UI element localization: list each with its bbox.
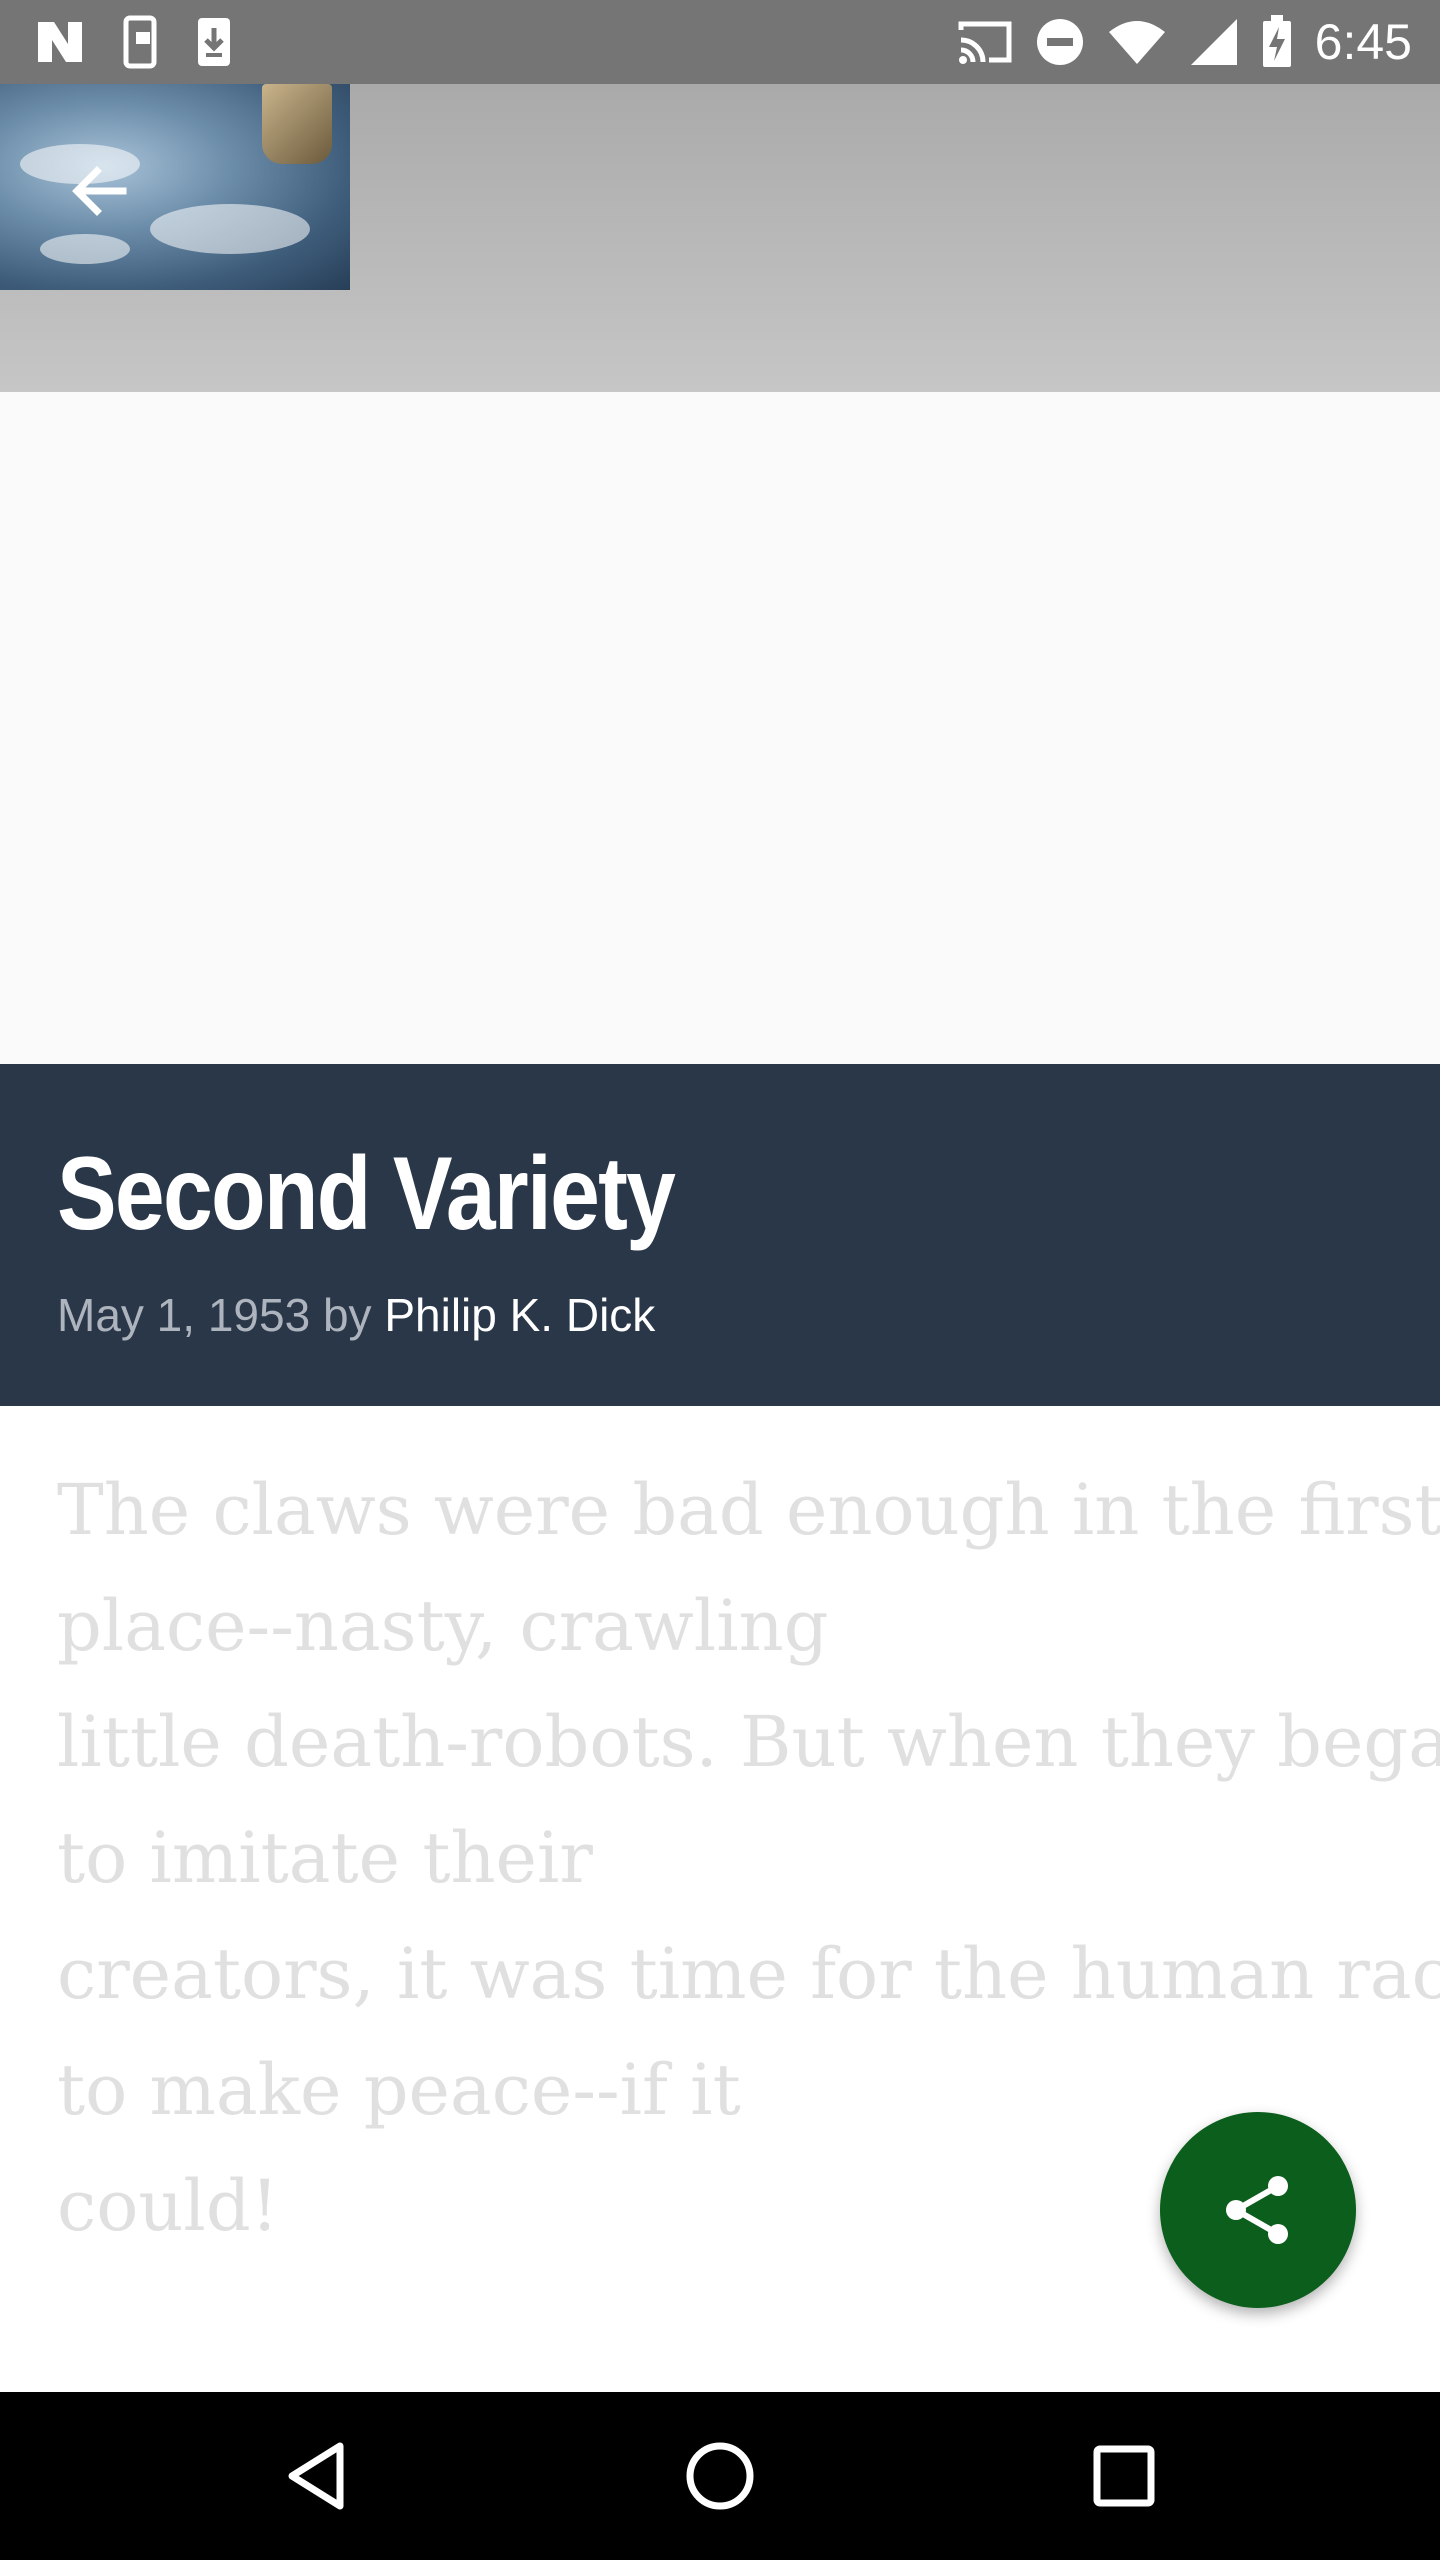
excerpt-line: place--nasty, crawling (57, 1585, 829, 1667)
signal-icon (1190, 19, 1237, 65)
status-bar: 6:45 (0, 0, 1440, 84)
share-button[interactable] (1160, 2112, 1356, 2308)
do-not-disturb-icon (1036, 19, 1083, 65)
system-icons: 6:45 (957, 10, 1412, 74)
nav-back-button[interactable] (276, 2436, 356, 2516)
status-time: 6:45 (1314, 14, 1412, 70)
cast-icon (958, 21, 1012, 64)
notification-icons (34, 14, 234, 70)
hero-image (0, 84, 350, 290)
back-triangle-icon (288, 2442, 344, 2510)
share-icon (1226, 2176, 1288, 2244)
recents-square-icon (1093, 2445, 1155, 2507)
excerpt-line: little death-robots. But when they began (57, 1701, 1440, 1783)
nav-home-button[interactable] (680, 2436, 760, 2516)
byline: May 1, 1953 by Philip K. Dick (57, 1288, 655, 1342)
home-circle-icon (686, 2442, 754, 2510)
story-title: Second Variety (57, 1136, 676, 1252)
nav-recents-button[interactable] (1084, 2436, 1164, 2516)
app-bar (0, 84, 1440, 392)
excerpt-line: to make peace--if it (57, 2049, 741, 2131)
story-excerpt: The claws were bad enough in the first p… (57, 1452, 1440, 2264)
space-station-image (262, 84, 332, 164)
navigation-bar (0, 2392, 1440, 2560)
story-date: May 1, 1953 (57, 1289, 311, 1341)
wifi-icon (1108, 21, 1165, 64)
image-placeholder (0, 392, 1440, 1064)
phone-lock-icon (123, 15, 157, 69)
author-link[interactable]: Philip K. Dick (384, 1289, 655, 1341)
excerpt-line: creators, it was time for the human race (57, 1933, 1440, 2015)
excerpt-line: The claws were bad enough in the first (57, 1469, 1440, 1551)
battery-charging-icon (1262, 15, 1291, 67)
byline-by: by (322, 1289, 372, 1341)
download-icon (198, 18, 230, 66)
app-n-icon (38, 22, 82, 62)
back-button[interactable] (54, 146, 144, 236)
excerpt-line: to imitate their (57, 1817, 593, 1899)
arrow-back-icon (72, 166, 127, 216)
